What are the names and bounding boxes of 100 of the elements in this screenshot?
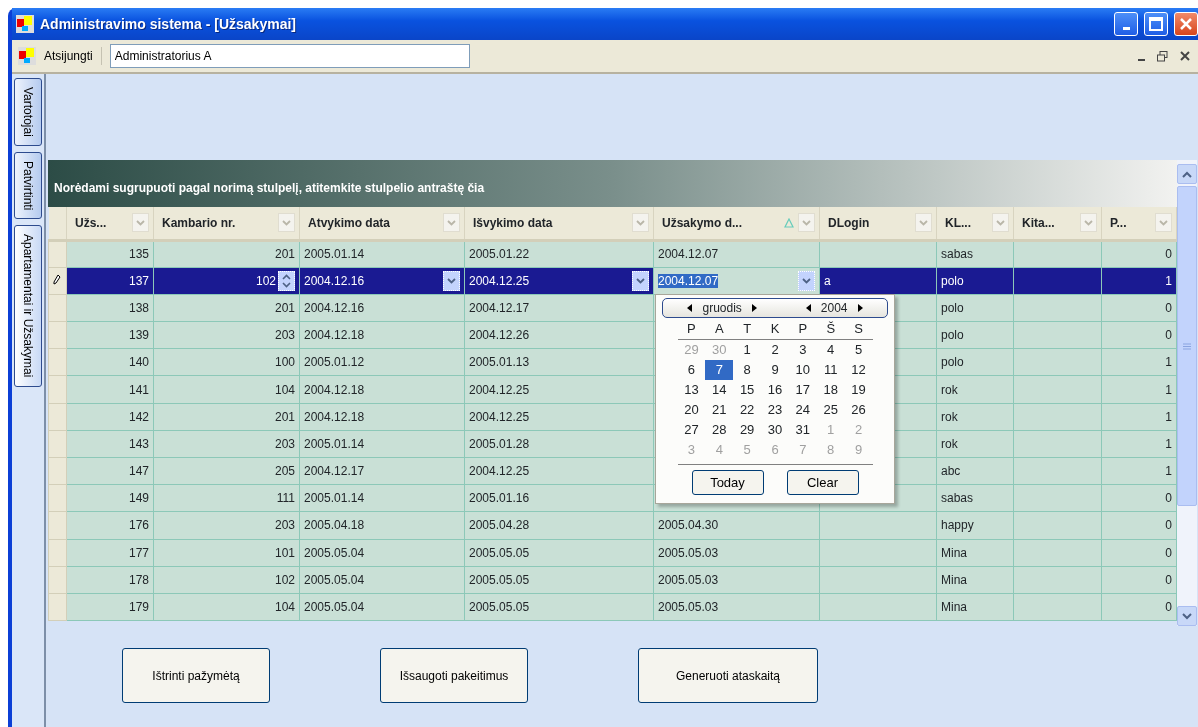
table-cell: 2005.04.30 xyxy=(658,518,719,533)
table-cell: 203 xyxy=(274,518,295,533)
user-field[interactable]: Administratorius A xyxy=(109,44,470,68)
minimize-button[interactable] xyxy=(1114,12,1138,36)
table-cell: 205 xyxy=(274,464,295,479)
restore-button[interactable] xyxy=(1155,50,1170,62)
table-cell: 2004.12.26 xyxy=(469,328,530,343)
table-cell: 141 xyxy=(128,382,149,397)
close-button[interactable] xyxy=(1178,50,1192,62)
calendar-day[interactable]: 28 xyxy=(705,420,734,440)
table-cell: rok xyxy=(941,409,958,424)
calendar-day[interactable]: 21 xyxy=(705,400,734,420)
calendar-day[interactable]: 3 xyxy=(788,340,817,360)
table-cell: 2005.01.14 xyxy=(304,436,365,451)
chevron-up-icon xyxy=(1182,170,1192,178)
previous-month-arrow-icon[interactable] xyxy=(687,304,693,312)
calendar-day[interactable]: 12 xyxy=(844,360,873,380)
table-cell: 104 xyxy=(274,600,295,615)
table-cell: 0 xyxy=(1165,545,1172,560)
calendar-day[interactable]: 25 xyxy=(816,400,845,420)
table-cell: 2005.05.05 xyxy=(469,600,530,615)
scroll-up-button[interactable] xyxy=(1177,164,1197,184)
calendar-day[interactable]: 11 xyxy=(816,360,845,380)
action-button[interactable]: Išsaugoti pakeitimus xyxy=(380,648,528,703)
calendar-day[interactable]: 13 xyxy=(677,380,706,400)
side-tab[interactable]: Vartotojai xyxy=(14,78,42,146)
side-tab[interactable]: Patvirtinti xyxy=(14,151,42,220)
calendar-day[interactable]: 1 xyxy=(733,340,762,360)
table-cell: 135 xyxy=(128,247,149,262)
table-cell: 176 xyxy=(128,518,149,533)
calendar-day[interactable]: 18 xyxy=(816,380,845,400)
table-cell: 0 xyxy=(1165,491,1172,506)
calendar-day[interactable]: 4 xyxy=(816,340,845,360)
calendar-day[interactable]: 8 xyxy=(733,360,762,380)
calendar-day[interactable]: 5 xyxy=(844,340,873,360)
next-year-arrow-icon[interactable] xyxy=(857,304,863,312)
calendar-day[interactable]: 9 xyxy=(761,360,789,380)
calendar-day[interactable]: 24 xyxy=(788,400,817,420)
calendar-day[interactable]: 26 xyxy=(844,400,873,420)
previous-year-arrow-icon[interactable] xyxy=(805,304,811,312)
calendar-day[interactable]: 10 xyxy=(788,360,817,380)
calendar-day[interactable]: 22 xyxy=(733,400,762,420)
maximize-button[interactable] xyxy=(1144,12,1168,36)
action-button[interactable]: Ištrinti pažymėtą xyxy=(122,648,270,703)
table-cell: 147 xyxy=(128,464,149,479)
calendar-day[interactable]: 20 xyxy=(677,400,706,420)
table-cell: abc xyxy=(941,464,961,479)
maximize-icon xyxy=(1149,17,1163,31)
action-button[interactable]: Generuoti ataskaitą xyxy=(638,648,818,703)
calendar-day[interactable]: 16 xyxy=(761,380,789,400)
calendar-day[interactable]: 29 xyxy=(733,420,762,440)
close-button[interactable] xyxy=(1174,12,1198,36)
calendar-day[interactable]: 6 xyxy=(677,360,706,380)
table-cell: Mina xyxy=(941,545,967,560)
calendar-day[interactable]: 19 xyxy=(844,380,873,400)
logout-button[interactable]: Atsijungti xyxy=(44,47,102,65)
table-cell: 1 xyxy=(1165,436,1172,451)
table-cell: 142 xyxy=(128,409,149,424)
table-cell: 149 xyxy=(128,491,149,506)
calendar-button[interactable]: Today xyxy=(691,470,764,495)
table-cell: 101 xyxy=(274,545,295,560)
table-cell: Mina xyxy=(941,600,967,615)
table-cell: 2005.05.03 xyxy=(658,600,719,615)
calendar-day[interactable]: 2 xyxy=(761,340,789,360)
calendar-day[interactable]: 30 xyxy=(761,420,789,440)
chevron-down-icon xyxy=(1182,612,1192,620)
table-cell: 2005.05.03 xyxy=(658,572,719,587)
calendar-day[interactable]: 14 xyxy=(705,380,734,400)
window-title: Administravimo sistema - [Užsakymai] xyxy=(40,14,297,34)
side-tab[interactable]: Apartamentai ir Užsakymai xyxy=(14,225,42,387)
table-cell: 203 xyxy=(274,328,295,343)
table-cell: 2005.01.13 xyxy=(469,355,530,370)
table-cell: 139 xyxy=(128,328,149,343)
calendar-day[interactable]: 23 xyxy=(761,400,789,420)
calendar-day[interactable]: 27 xyxy=(677,420,706,440)
table-cell: 1 xyxy=(1165,464,1172,479)
calendar-day[interactable]: 17 xyxy=(788,380,817,400)
spin-arrows-icon[interactable] xyxy=(278,270,295,291)
table-cell-text: 2004.12.25 xyxy=(469,272,531,290)
weekday-label: Š xyxy=(816,318,845,340)
scrollbar-thumb[interactable] xyxy=(1177,186,1197,506)
table-cell: 2005.01.28 xyxy=(469,436,530,451)
calendar-day[interactable]: 15 xyxy=(733,380,762,400)
restore-icon xyxy=(1157,50,1168,62)
calendar-day[interactable]: 31 xyxy=(788,420,817,440)
table-cell: 140 xyxy=(128,355,149,370)
app-icon xyxy=(18,47,36,65)
table-cell: 0 xyxy=(1165,600,1172,615)
table-cell: 2005.05.03 xyxy=(658,545,719,560)
calendar-button[interactable]: Clear xyxy=(786,470,859,495)
table-cell: 100 xyxy=(274,355,295,370)
minimize-icon xyxy=(1122,26,1130,30)
scroll-down-button[interactable] xyxy=(1177,606,1197,626)
minimize-icon xyxy=(1138,58,1145,61)
table-cell: 2004.12.25 xyxy=(469,382,530,397)
table-cell: 2004.12.18 xyxy=(304,382,365,397)
next-month-arrow-icon[interactable] xyxy=(751,304,757,312)
app-icon xyxy=(16,15,34,33)
table-cell: Mina xyxy=(941,572,967,587)
calendar-day[interactable]: 7 xyxy=(705,360,734,380)
